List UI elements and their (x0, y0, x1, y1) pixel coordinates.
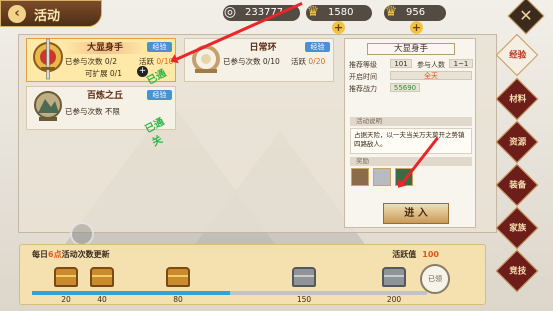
reward-item-scroll-icon[interactable] (351, 168, 369, 186)
enter-button[interactable]: 进 入 (383, 203, 449, 224)
recommend-level-value: 101 (390, 59, 412, 68)
activity-points: 活跃 0/20 (291, 57, 326, 66)
back-icon[interactable]: ‹ (8, 5, 26, 23)
gold-bar-counter: ♛ 956 + (384, 4, 446, 34)
reward-item-silver-icon[interactable] (373, 168, 391, 186)
milestone-value: 200 (386, 295, 402, 304)
title-tab: ‹ 活动 (0, 0, 102, 27)
milestone-value: 150 (296, 295, 312, 304)
activity-detail-panel: 大显身手 推荐等级 101 参与人数 1~1 开启时间 全天 推荐战力 5569… (344, 38, 476, 228)
chest-reward-icon[interactable] (54, 267, 78, 287)
participants-label: 参与人数 (417, 61, 445, 69)
recommend-power-value: 55690 (390, 83, 420, 92)
page-title: 活动 (34, 9, 61, 24)
activity-card-blzq[interactable]: 百炼之丘 经验 已参与次数 不限 已通关 (26, 86, 176, 149)
locked-chest-icon[interactable] (292, 267, 316, 287)
activity-points-total: 活跃值 100 (392, 250, 439, 259)
milestone-value: 20 (61, 295, 71, 304)
silver-coin-icon: ◎ (223, 4, 237, 20)
locked-chest-icon[interactable] (382, 267, 406, 287)
recommend-level-label: 推荐等级 (349, 61, 377, 69)
joystick-icon[interactable] (70, 222, 94, 246)
close-icon: ✕ (519, 6, 533, 25)
expand-count: 可扩展 0/1 (85, 69, 122, 78)
activity-tag: 经验 (147, 90, 172, 100)
milestone-value: 40 (97, 295, 107, 304)
gold-ingot-value: 1580 (328, 7, 354, 18)
activity-name: 大显身手 (63, 42, 147, 54)
activity-name: 日常环 (249, 43, 277, 53)
reward-section-label: 奖励 (350, 157, 472, 166)
open-time-label: 开启时间 (349, 73, 377, 81)
activity-tag: 经验 (305, 42, 330, 52)
gold-bar-value: 956 (406, 7, 426, 18)
gold-ingot-counter: ♛ 1580 + (306, 4, 372, 34)
final-reward-badge[interactable]: 已领 (420, 264, 450, 294)
detail-title: 大显身手 (367, 43, 455, 55)
milestone-value: 80 (173, 295, 183, 304)
gold-bar-icon: ♛ (384, 4, 398, 20)
participation-count: 已参与次数 0/10 (223, 57, 280, 66)
daily-activity-bar: 每日6点活动次数更新 活跃值 100 20 40 80 150 200 已领 (19, 244, 486, 305)
chest-reward-icon[interactable] (166, 267, 190, 287)
open-time-value: 全天 (390, 71, 472, 80)
hill-emblem-icon (34, 91, 62, 121)
participants-value: 1~1 (449, 59, 473, 68)
add-gold-ingot-button[interactable]: + (332, 21, 345, 34)
sword-emblem-icon (33, 38, 63, 80)
activity-card-dxss[interactable]: 大显身手 经验 已参与次数 0/2 活跃 0/10 可扩展 0/1 + 已通关 (26, 38, 176, 100)
activity-description: 占据天险，以一夫当关万夫莫开之势镇四路敌人。 (350, 128, 472, 154)
description-section-label: 活动说明 (350, 117, 472, 126)
add-gold-bar-button[interactable]: + (410, 21, 423, 34)
activity-tag: 经验 (147, 42, 172, 52)
participation-count: 已参与次数 0/2 (65, 57, 117, 66)
chest-reward-icon[interactable] (90, 267, 114, 287)
recommend-power-label: 推荐战力 (349, 85, 377, 93)
daily-reset-notice: 每日6点活动次数更新 (32, 250, 110, 259)
activity-name: 百炼之丘 (86, 91, 123, 101)
participation-count: 已参与次数 不限 (65, 107, 120, 116)
gold-ingot-icon: ♛ (306, 4, 320, 20)
